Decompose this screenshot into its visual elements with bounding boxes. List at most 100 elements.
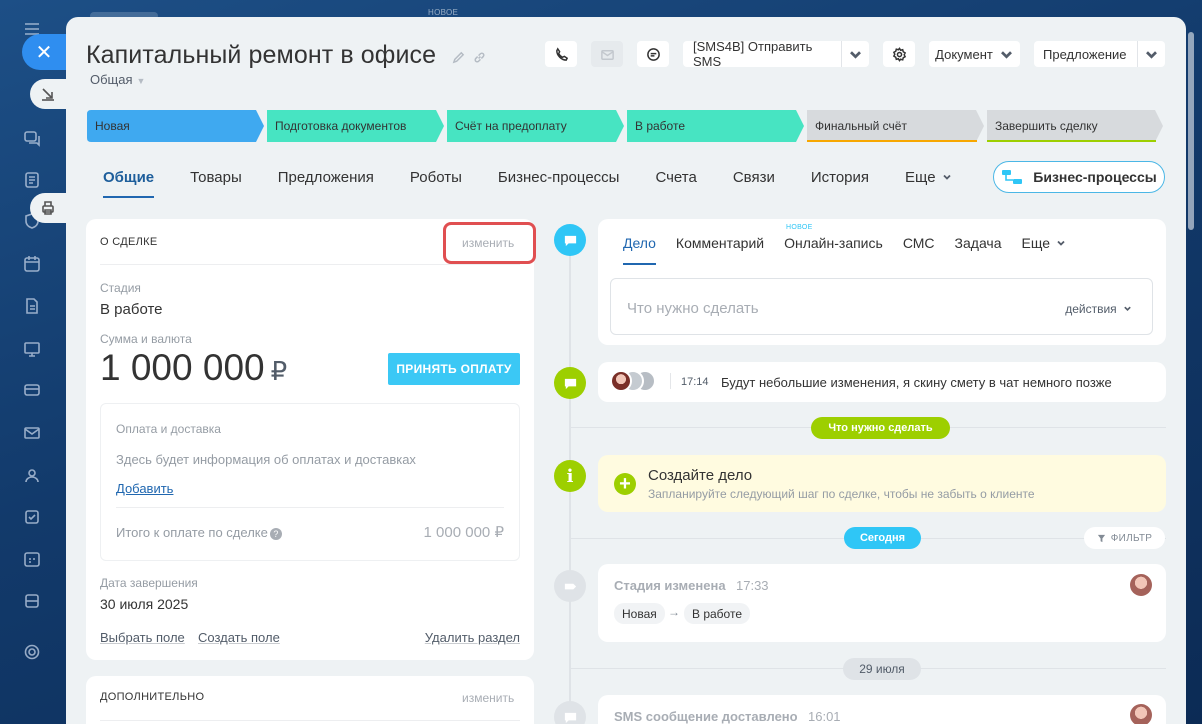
call-button[interactable]	[545, 41, 577, 67]
participants-avatars	[610, 370, 660, 394]
payment-title: Оплата и доставка	[116, 422, 221, 436]
tab-general[interactable]: Общие	[103, 169, 155, 198]
settings-icon[interactable]	[21, 641, 43, 663]
tab-robots[interactable]: Роботы	[410, 169, 462, 198]
editor-tab-more[interactable]: Еще	[1022, 235, 1067, 265]
business-processes-button[interactable]: Бизнес-процессы	[993, 161, 1165, 193]
board-icon[interactable]	[21, 338, 43, 360]
comment-text: Будут небольшие изменения, я скину смету…	[721, 375, 1112, 390]
sms-send-label: [SMS4B] Отправить SMS	[693, 39, 813, 69]
editor-tab-booking[interactable]: Онлайн-запись	[784, 235, 883, 265]
chat-icon[interactable]	[21, 127, 43, 149]
divider	[116, 507, 504, 508]
tasks-icon[interactable]	[21, 169, 43, 191]
proposal-button[interactable]: Предложение	[1034, 41, 1165, 67]
actions-dropdown[interactable]: действия	[1065, 302, 1132, 316]
timeline-editor-icon	[554, 224, 586, 256]
grid-calendar-icon[interactable]	[21, 548, 43, 570]
sms-dropdown-toggle[interactable]	[841, 41, 869, 67]
chat-button[interactable]	[637, 41, 669, 67]
calendar-icon[interactable]	[21, 253, 43, 275]
deal-info-card: О СДЕЛКЕ изменить Стадия В работе Сумма …	[86, 219, 534, 660]
chevron-down-icon	[1057, 240, 1065, 246]
create-field-link[interactable]: Создать поле	[198, 630, 280, 645]
filter-button[interactable]: ФИЛЬТР	[1084, 527, 1165, 549]
stage-label: Финальный счёт	[815, 119, 907, 133]
pencil-icon[interactable]	[452, 51, 465, 64]
close-slider-button[interactable]: ✕	[22, 34, 66, 70]
create-activity-card[interactable]: + Создайте дело Запланируйте следующий ш…	[598, 455, 1166, 512]
card-icon[interactable]	[21, 379, 43, 401]
actions-label: действия	[1065, 302, 1117, 316]
business-processes-label: Бизнес-процессы	[1033, 169, 1157, 185]
stage-change-time: 17:33	[736, 578, 769, 593]
document-icon[interactable]	[21, 295, 43, 317]
tab-relations[interactable]: Связи	[733, 169, 775, 198]
total-label-text: Итого к оплате по сделке	[116, 525, 268, 540]
editor-tab-task[interactable]: Задача	[955, 235, 1002, 265]
background-new-badge: НОВОЕ	[428, 8, 459, 17]
business-process-icon	[1002, 170, 1023, 184]
total-value: 1 000 000 ₽	[423, 524, 504, 541]
close-icon: ✕	[35, 41, 53, 64]
edit-link-highlight	[443, 222, 536, 264]
add-payment-link[interactable]: Добавить	[116, 481, 173, 496]
storage-icon[interactable]	[21, 590, 43, 612]
plus-icon[interactable]: +	[614, 473, 636, 495]
tag-icon	[554, 570, 586, 602]
delete-section-link[interactable]: Удалить раздел	[425, 630, 520, 645]
comment-item[interactable]: 17:14 Будут небольшие изменения, я скину…	[598, 362, 1166, 402]
deal-card-header: О СДЕЛКЕ	[100, 236, 158, 248]
stage-prepayment[interactable]: Счёт на предоплату	[447, 110, 624, 142]
mail-icon	[600, 49, 614, 60]
settings-button[interactable]	[883, 41, 915, 67]
chevron-down-icon	[1124, 306, 1131, 311]
email-button[interactable]	[591, 41, 623, 67]
contacts-icon[interactable]	[21, 464, 43, 486]
help-icon[interactable]: ?	[269, 527, 282, 540]
todo-title: Создайте дело	[648, 467, 753, 484]
stage-docs[interactable]: Подготовка документов	[267, 110, 444, 142]
comment-time: 17:14	[681, 376, 709, 388]
checkbox-icon[interactable]	[21, 506, 43, 528]
todo-input[interactable]: Что нужно сделать действия	[610, 278, 1153, 335]
tab-business-processes[interactable]: Бизнес-процессы	[498, 169, 620, 198]
sms-send-button[interactable]: [SMS4B] Отправить SMS	[683, 39, 869, 69]
document-button[interactable]: Документ	[929, 41, 1020, 67]
proposal-dropdown-toggle[interactable]	[1137, 41, 1165, 67]
editor-tab-activity[interactable]: Дело	[623, 235, 656, 265]
divider	[100, 264, 520, 265]
mail-icon[interactable]	[21, 422, 43, 444]
tab-invoices[interactable]: Счета	[655, 169, 696, 198]
print-icon	[42, 201, 54, 215]
tab-proposals[interactable]: Предложения	[278, 169, 374, 198]
stage-close-deal[interactable]: Завершить сделку	[987, 110, 1163, 142]
stage-change-title: Стадия изменена	[614, 578, 726, 593]
amount-value: 1 000 000	[100, 347, 265, 388]
tab-history[interactable]: История	[811, 169, 869, 198]
phone-icon	[555, 46, 568, 61]
extra-edit-link[interactable]: изменить	[462, 691, 514, 705]
sms-icon	[554, 701, 586, 724]
stage-label: Завершить сделку	[995, 119, 1098, 133]
category-selector[interactable]: Общая ▼	[90, 72, 145, 87]
editor-tab-comment[interactable]: Комментарий	[676, 235, 764, 265]
stage-label: Подготовка документов	[275, 119, 407, 133]
stage-final-invoice[interactable]: Финальный счёт	[807, 110, 984, 142]
title-actions	[452, 51, 486, 64]
stage-new[interactable]: Новая	[87, 110, 264, 142]
page-scrollbar[interactable]	[1188, 32, 1194, 230]
stage-in-progress[interactable]: В работе	[627, 110, 804, 142]
link-icon[interactable]	[473, 51, 486, 64]
tab-products[interactable]: Товары	[190, 169, 242, 198]
total-label: Итого к оплате по сделке?	[116, 525, 282, 540]
divider	[100, 720, 520, 721]
print-button[interactable]	[30, 193, 66, 223]
accept-payment-button[interactable]: ПРИНЯТЬ ОПЛАТУ	[388, 353, 520, 385]
collapse-slider-button[interactable]	[30, 79, 66, 109]
avatar	[1130, 574, 1152, 596]
tab-more[interactable]: Еще	[905, 169, 952, 198]
editor-tab-sms[interactable]: СМС	[903, 235, 935, 265]
choose-field-link[interactable]: Выбрать поле	[100, 630, 185, 645]
stage-field-label: Стадия	[100, 281, 141, 295]
